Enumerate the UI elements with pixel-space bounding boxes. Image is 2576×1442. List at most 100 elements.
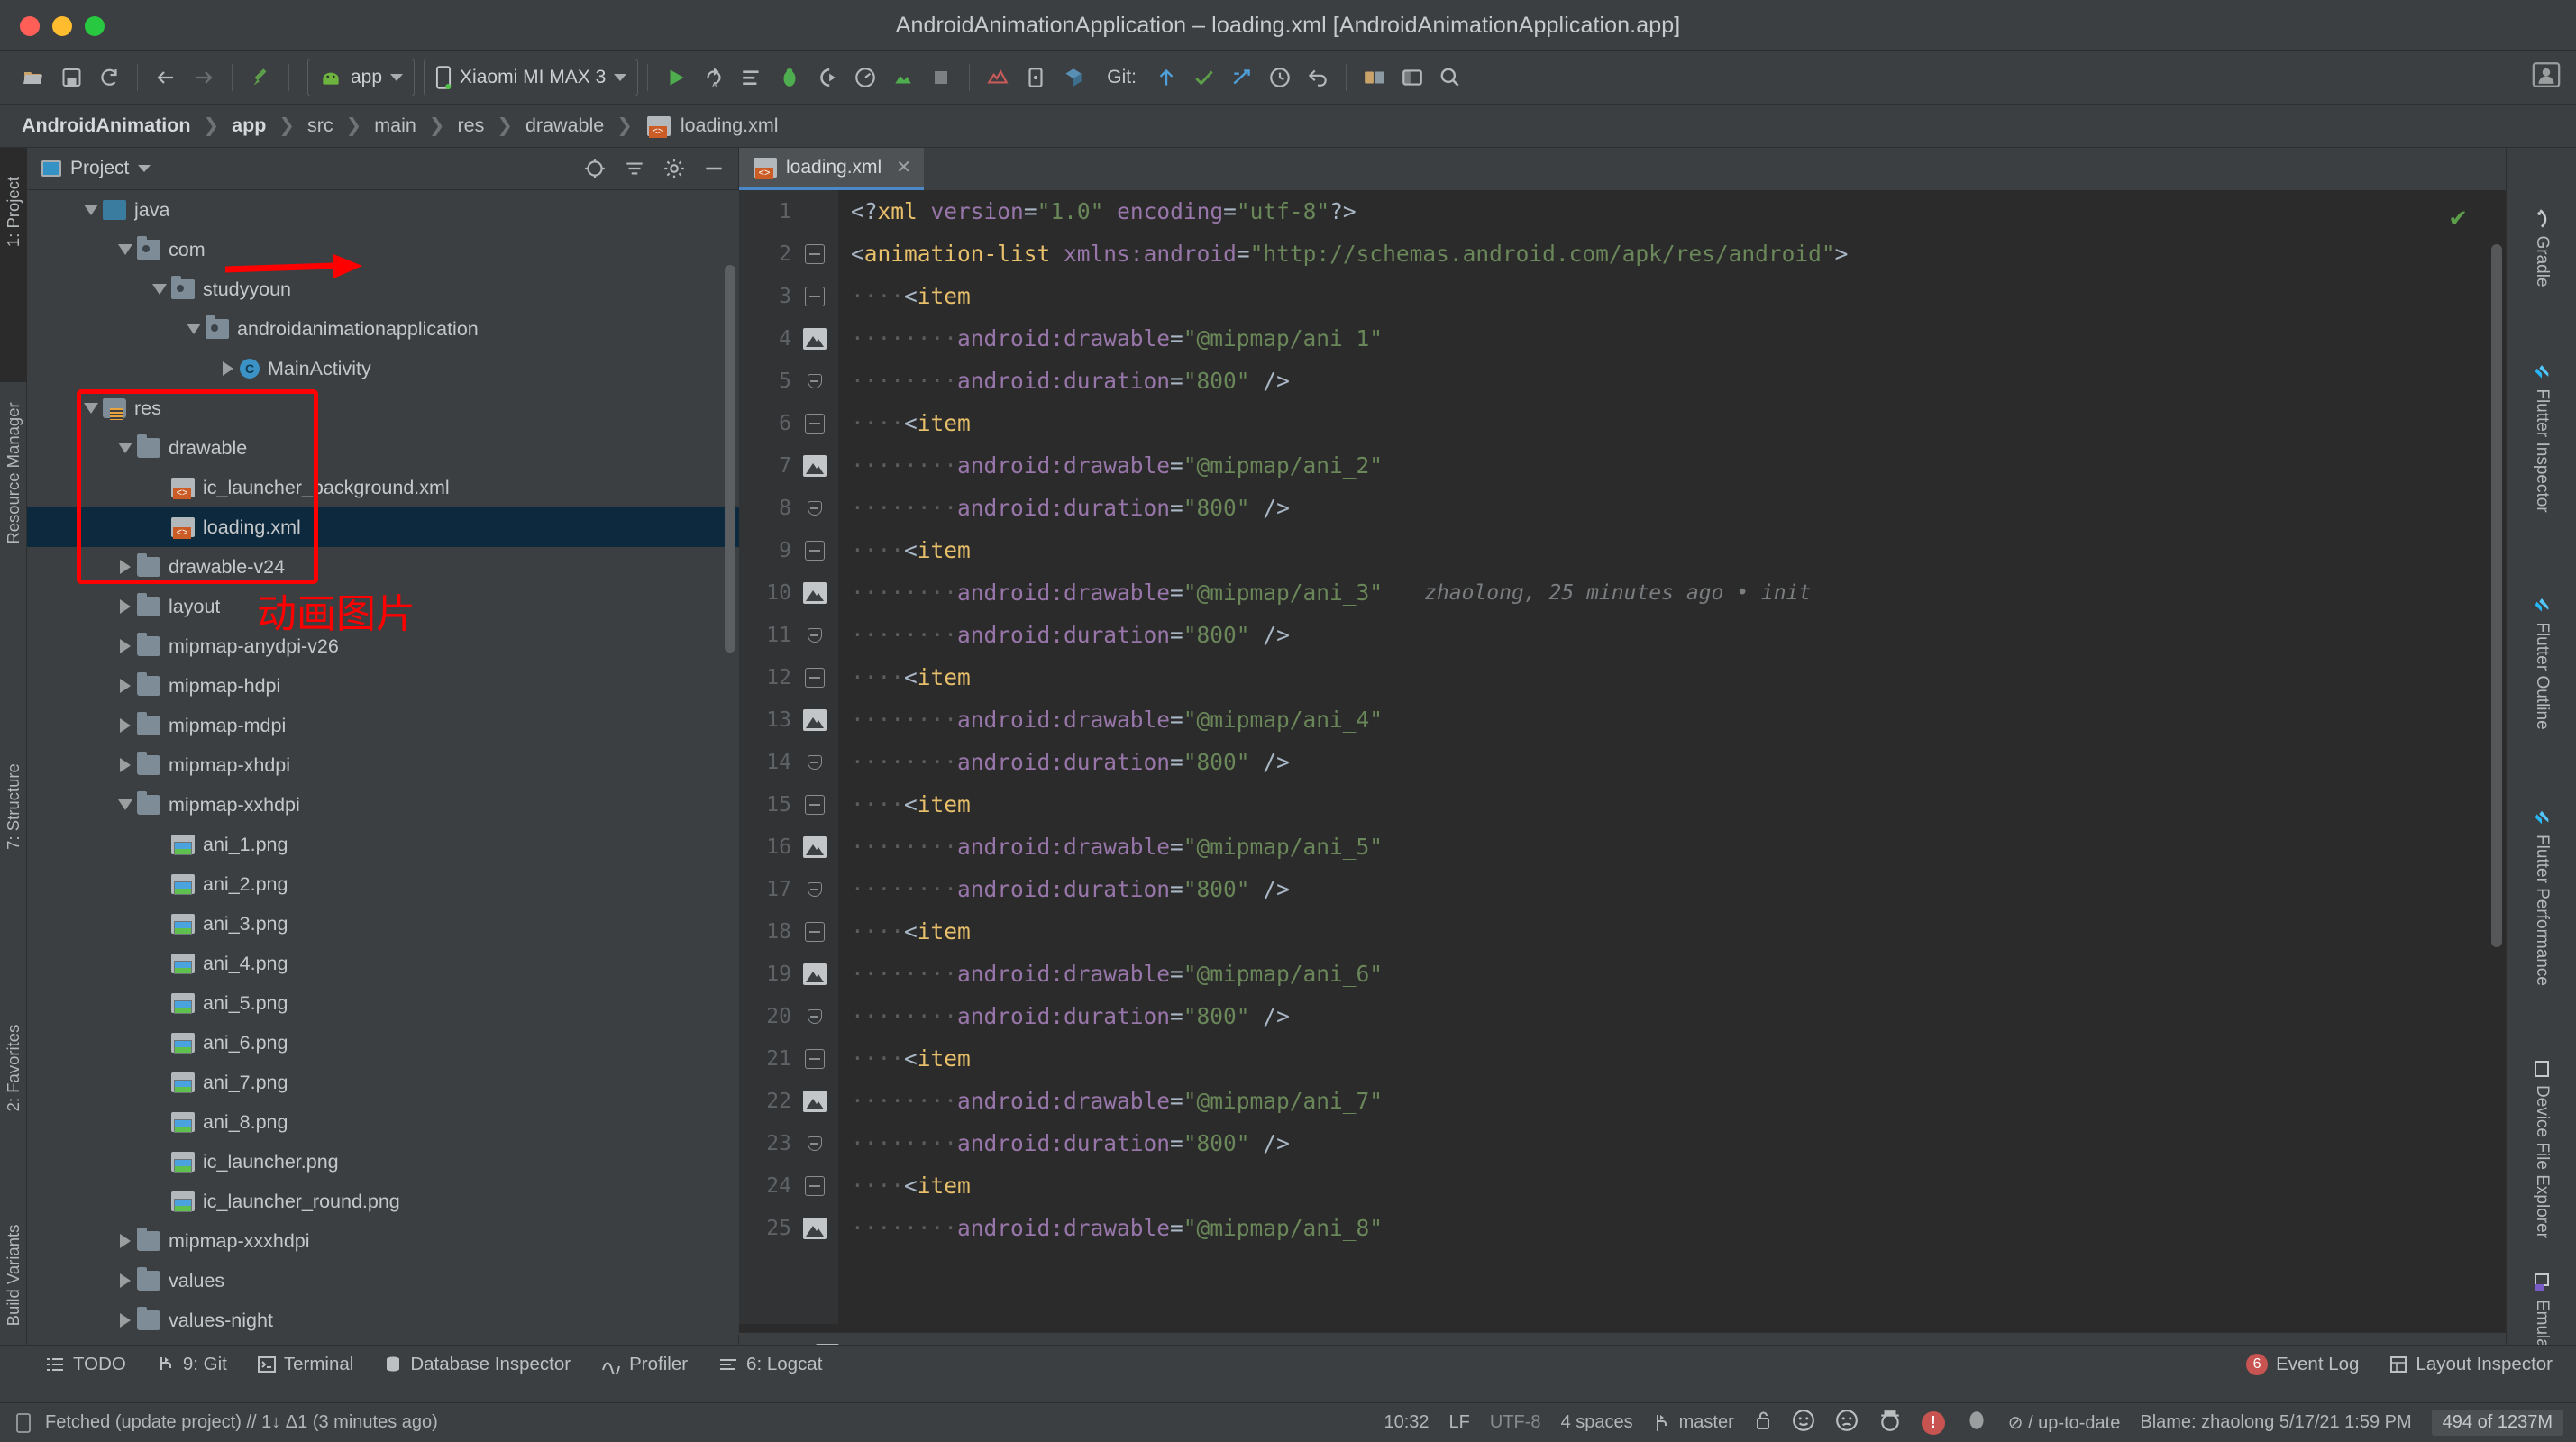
status-encoding[interactable]: UTF-8 xyxy=(1490,1412,1541,1433)
search-everywhere-icon[interactable] xyxy=(1431,59,1469,96)
tree-item-mipmap-xxhdpi[interactable]: mipmap-xxhdpi xyxy=(27,785,739,825)
lock-icon[interactable] xyxy=(1754,1410,1772,1437)
code-line[interactable]: 19 ········android:drawable="@mipmap/ani_… xyxy=(739,953,2506,995)
chevron-right-icon[interactable] xyxy=(114,560,137,574)
bottom-item-git[interactable]: 9: Git xyxy=(157,1354,227,1375)
tree-item-androidanimationapplication[interactable]: androidanimationapplication xyxy=(27,309,739,349)
code-line[interactable]: 21 ····<item xyxy=(739,1037,2506,1080)
sync-icon[interactable] xyxy=(90,59,128,96)
bottom-item-layout-inspector[interactable]: Layout Inspector xyxy=(2389,1354,2553,1375)
chevron-right-icon[interactable] xyxy=(114,758,137,772)
avd-manager-icon[interactable] xyxy=(979,59,1017,96)
notification-icon[interactable] xyxy=(14,1412,34,1434)
fold-end-icon[interactable] xyxy=(791,500,838,516)
fold-collapse-icon[interactable] xyxy=(791,1048,838,1069)
tab-loading-xml[interactable]: loading.xml ✕ xyxy=(739,148,924,190)
tree-item-loading-xml[interactable]: loading.xml xyxy=(27,507,739,547)
tree-item-mipmap-xxxhdpi[interactable]: mipmap-xxxhdpi xyxy=(27,1221,739,1261)
code-line[interactable]: 12 ····<item xyxy=(739,656,2506,698)
status-vcs-state[interactable]: ⊘ / up-to-date xyxy=(2008,1411,2121,1434)
sidebar-item-gradle[interactable]: Gradle xyxy=(2532,208,2552,287)
tree-item-ani-8-png[interactable]: ani_8.png xyxy=(27,1102,739,1142)
status-branch[interactable]: master xyxy=(1653,1412,1734,1433)
tree-item-ani-7-png[interactable]: ani_7.png xyxy=(27,1063,739,1102)
hat-face-icon[interactable] xyxy=(1878,1409,1902,1437)
chevron-right-icon[interactable] xyxy=(114,718,137,733)
open-folder-icon[interactable] xyxy=(14,59,52,96)
chevron-down-icon[interactable] xyxy=(114,244,137,255)
layout-inspector-icon[interactable] xyxy=(1055,59,1092,96)
tree-item-ic-launcher-round-png[interactable]: ic_launcher_round.png xyxy=(27,1182,739,1221)
chevron-right-icon[interactable] xyxy=(114,1273,137,1288)
bottom-item-logcat[interactable]: 6: Logcat xyxy=(718,1354,822,1375)
build-hammer-icon[interactable] xyxy=(242,59,279,96)
code-line[interactable]: 18 ····<item xyxy=(739,910,2506,953)
tree-item-ic-launcher-background-xml[interactable]: ic_launcher_background.xml xyxy=(27,468,739,507)
sidebar-item-build-variants[interactable]: Build Variants xyxy=(4,1225,23,1327)
tree-item-drawable[interactable]: drawable xyxy=(27,428,739,468)
user-account-icon[interactable] xyxy=(2531,59,2562,95)
breadcrumb-item-1[interactable]: app xyxy=(230,114,268,137)
hide-panel-icon[interactable] xyxy=(699,153,729,184)
sidebar-item-flutter-outline[interactable]: Flutter Outline xyxy=(2532,595,2552,730)
chevron-right-icon[interactable] xyxy=(114,679,137,693)
code-line[interactable]: 9 ····<item xyxy=(739,529,2506,571)
code-line[interactable]: 20 ········android:duration="800" /> xyxy=(739,995,2506,1037)
fold-collapse-icon[interactable] xyxy=(791,1175,838,1196)
chevron-down-icon[interactable] xyxy=(182,324,206,334)
tree-item-ic-launcher-png[interactable]: ic_launcher.png xyxy=(27,1142,739,1182)
tree-item-mipmap-hdpi[interactable]: mipmap-hdpi xyxy=(27,666,739,706)
image-preview-gutter-icon[interactable] xyxy=(791,327,838,350)
tree-item-mipmap-mdpi[interactable]: mipmap-mdpi xyxy=(27,706,739,745)
tree-item-com[interactable]: com xyxy=(27,230,739,269)
sidebar-item-flutter-inspector[interactable]: Flutter Inspector xyxy=(2532,361,2552,513)
image-preview-gutter-icon[interactable] xyxy=(791,454,838,477)
minimize-window-button[interactable] xyxy=(52,16,72,36)
status-line-separator[interactable]: LF xyxy=(1449,1412,1470,1433)
fold-end-icon[interactable] xyxy=(791,1136,838,1151)
run-icon[interactable] xyxy=(657,59,695,96)
push-icon[interactable] xyxy=(1223,59,1261,96)
rollback-icon[interactable] xyxy=(1299,59,1337,96)
code-line[interactable]: 7 ········android:drawable="@mipmap/ani_2… xyxy=(739,444,2506,487)
fold-collapse-icon[interactable] xyxy=(791,921,838,942)
fold-collapse-icon[interactable] xyxy=(791,413,838,434)
tree-item-res[interactable]: res xyxy=(27,388,739,428)
device-selector[interactable]: Xiaomi MI MAX 3 xyxy=(424,59,639,96)
code-line[interactable]: 4 ········android:drawable="@mipmap/ani_1… xyxy=(739,317,2506,360)
tree-item-ani-1-png[interactable]: ani_1.png xyxy=(27,825,739,864)
bottom-item-database-inspector[interactable]: Database Inspector xyxy=(384,1354,571,1375)
save-icon[interactable] xyxy=(52,59,90,96)
forward-arrow-icon[interactable] xyxy=(185,59,223,96)
code-line[interactable]: 1 <?xml version="1.0" encoding="utf-8"?> xyxy=(739,190,2506,233)
apply-code-changes-icon[interactable] xyxy=(733,59,771,96)
commit-icon[interactable] xyxy=(1185,59,1223,96)
chevron-down-icon[interactable] xyxy=(138,165,151,172)
sidebar-item-flutter-performance[interactable]: Flutter Performance xyxy=(2532,808,2552,986)
breadcrumb-item-3[interactable]: main xyxy=(372,114,418,137)
breadcrumb-item-5[interactable]: drawable xyxy=(524,114,606,137)
fold-end-icon[interactable] xyxy=(791,881,838,897)
stop-icon[interactable] xyxy=(922,59,960,96)
breadcrumb-item-2[interactable]: src xyxy=(306,114,335,137)
sidebar-item-project[interactable]: 1: Project xyxy=(4,177,23,247)
fold-end-icon[interactable] xyxy=(791,627,838,643)
apply-changes-icon[interactable]: A xyxy=(695,59,733,96)
tree-item-studyyoun[interactable]: studyyoun xyxy=(27,269,739,309)
history-icon[interactable] xyxy=(1261,59,1299,96)
maximize-window-button[interactable] xyxy=(85,16,105,36)
sidebar-item-device-file-explorer[interactable]: Device File Explorer xyxy=(2532,1060,2552,1238)
memory-indicator[interactable]: 494 of 1237M xyxy=(2431,1410,2563,1436)
status-indent[interactable]: 4 spaces xyxy=(1561,1412,1633,1433)
fold-collapse-icon[interactable] xyxy=(791,540,838,561)
code-line[interactable]: 8 ········android:duration="800" /> xyxy=(739,487,2506,529)
fold-collapse-icon[interactable] xyxy=(791,286,838,306)
collapse-all-icon[interactable] xyxy=(619,153,650,184)
bottom-item-event-log[interactable]: 6 Event Log xyxy=(2246,1353,2359,1375)
fold-collapse-icon[interactable] xyxy=(791,794,838,815)
code-line[interactable]: 22 ········android:drawable="@mipmap/ani_… xyxy=(739,1080,2506,1122)
image-preview-gutter-icon[interactable] xyxy=(791,963,838,985)
power-save-icon[interactable] xyxy=(1965,1409,1988,1437)
chevron-down-icon[interactable] xyxy=(148,284,171,295)
breadcrumb-item-4[interactable]: res xyxy=(455,114,486,137)
